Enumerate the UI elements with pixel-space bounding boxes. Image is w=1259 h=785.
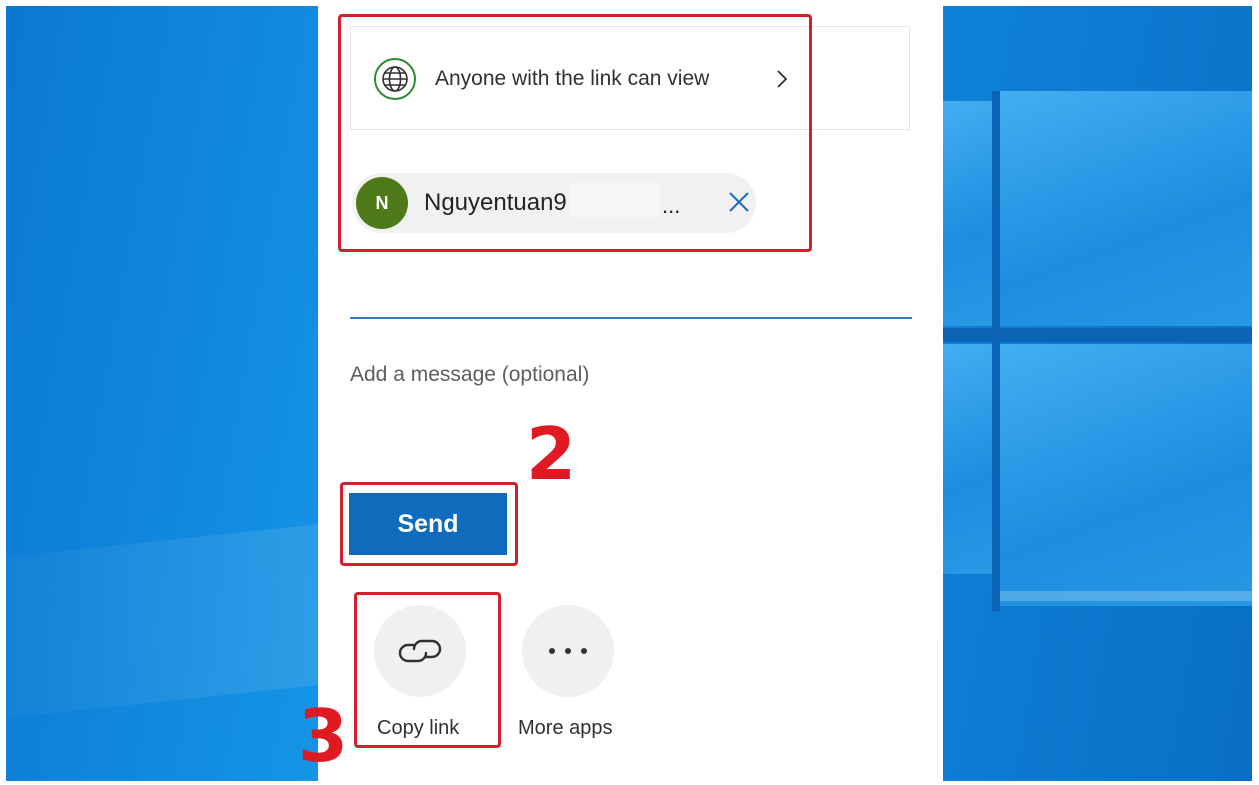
- step-number-1-fragment: [820, 0, 840, 4]
- highlight-box-step-1: [338, 14, 812, 252]
- more-apps-button[interactable]: [522, 605, 614, 697]
- ellipsis-icon: [549, 648, 587, 654]
- message-input[interactable]: [350, 358, 910, 392]
- highlight-box-step-2: [340, 482, 518, 566]
- highlight-box-step-3: [354, 592, 501, 748]
- input-underline: [350, 317, 912, 319]
- step-number-3: 3: [298, 694, 349, 778]
- step-number-2: 2: [526, 412, 577, 496]
- more-apps-label: More apps: [518, 717, 613, 739]
